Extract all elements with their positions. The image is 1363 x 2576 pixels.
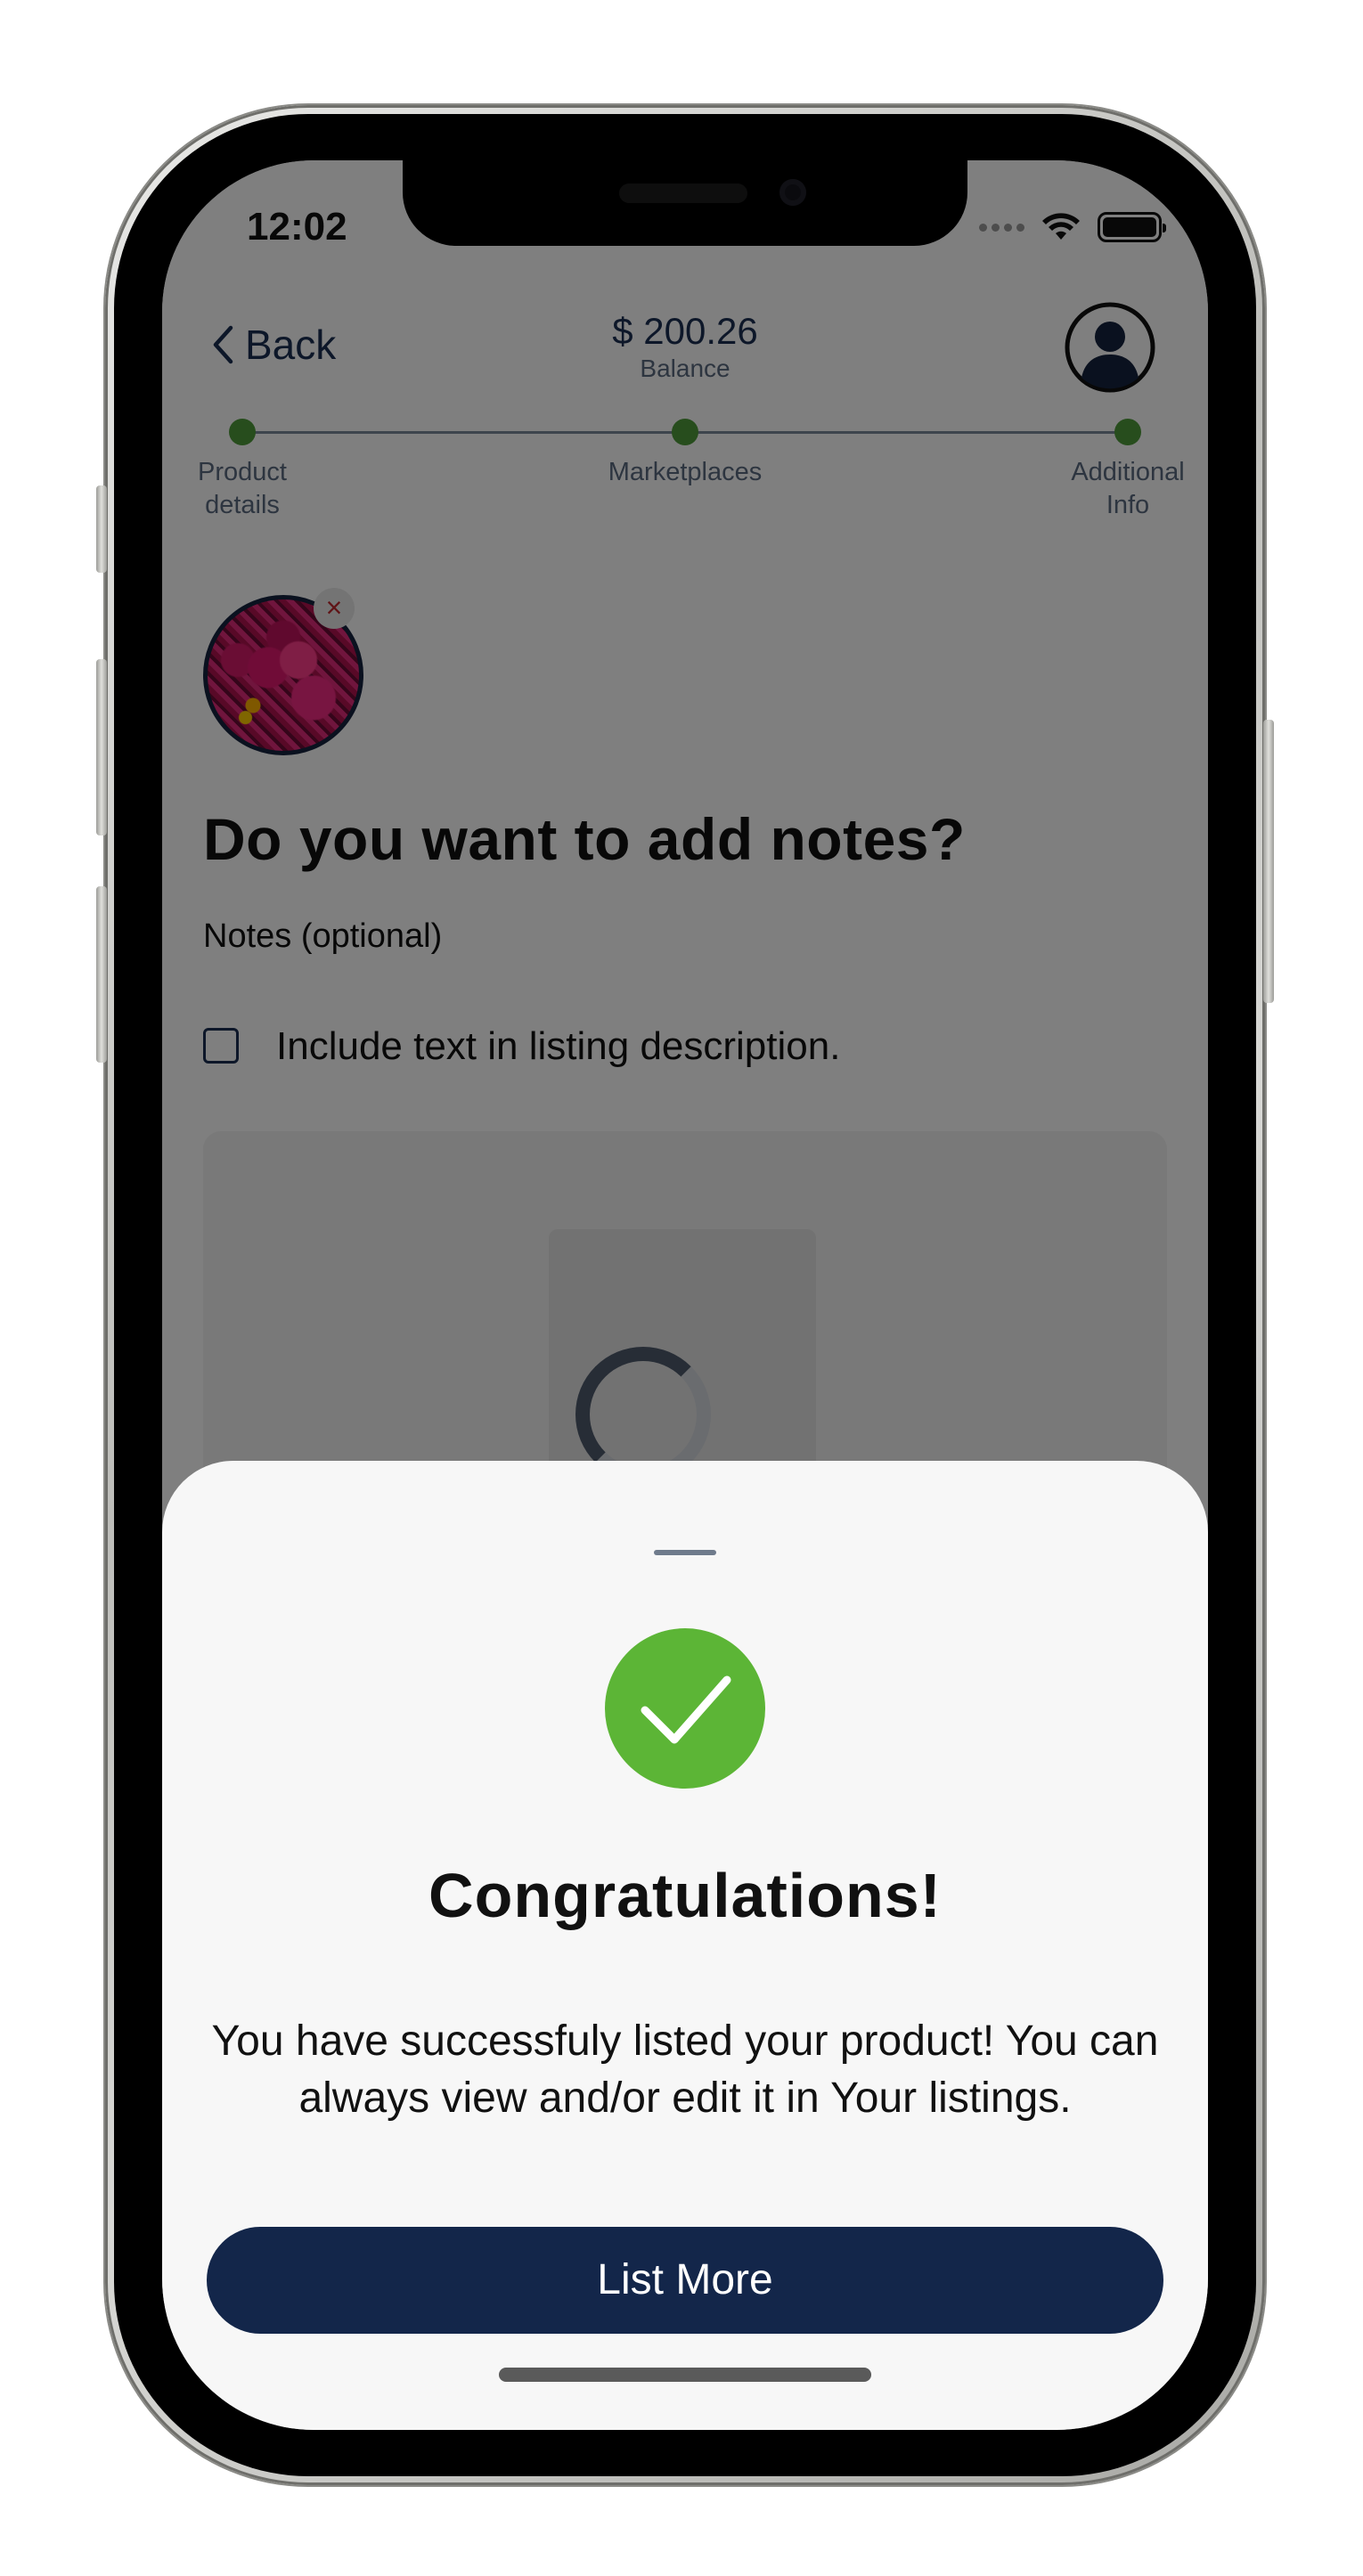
volume-up-button — [96, 659, 107, 836]
success-bottom-sheet: Congratulations! You have successfuly li… — [162, 1461, 1208, 2430]
screen: 12:02 Back $ 200.26 Balance Product deta… — [162, 160, 1208, 2430]
checkmark-icon — [605, 1628, 765, 1789]
mute-switch — [96, 485, 107, 573]
power-button — [1263, 720, 1274, 1003]
sheet-message: You have successfuly listed your product… — [211, 2018, 1159, 2122]
sheet-title: Congratulations! — [428, 1861, 942, 1930]
list-more-button[interactable]: List More — [207, 2227, 1163, 2334]
sheet-grabber[interactable] — [654, 1550, 716, 1555]
volume-down-button — [96, 886, 107, 1063]
home-indicator — [499, 2368, 871, 2382]
